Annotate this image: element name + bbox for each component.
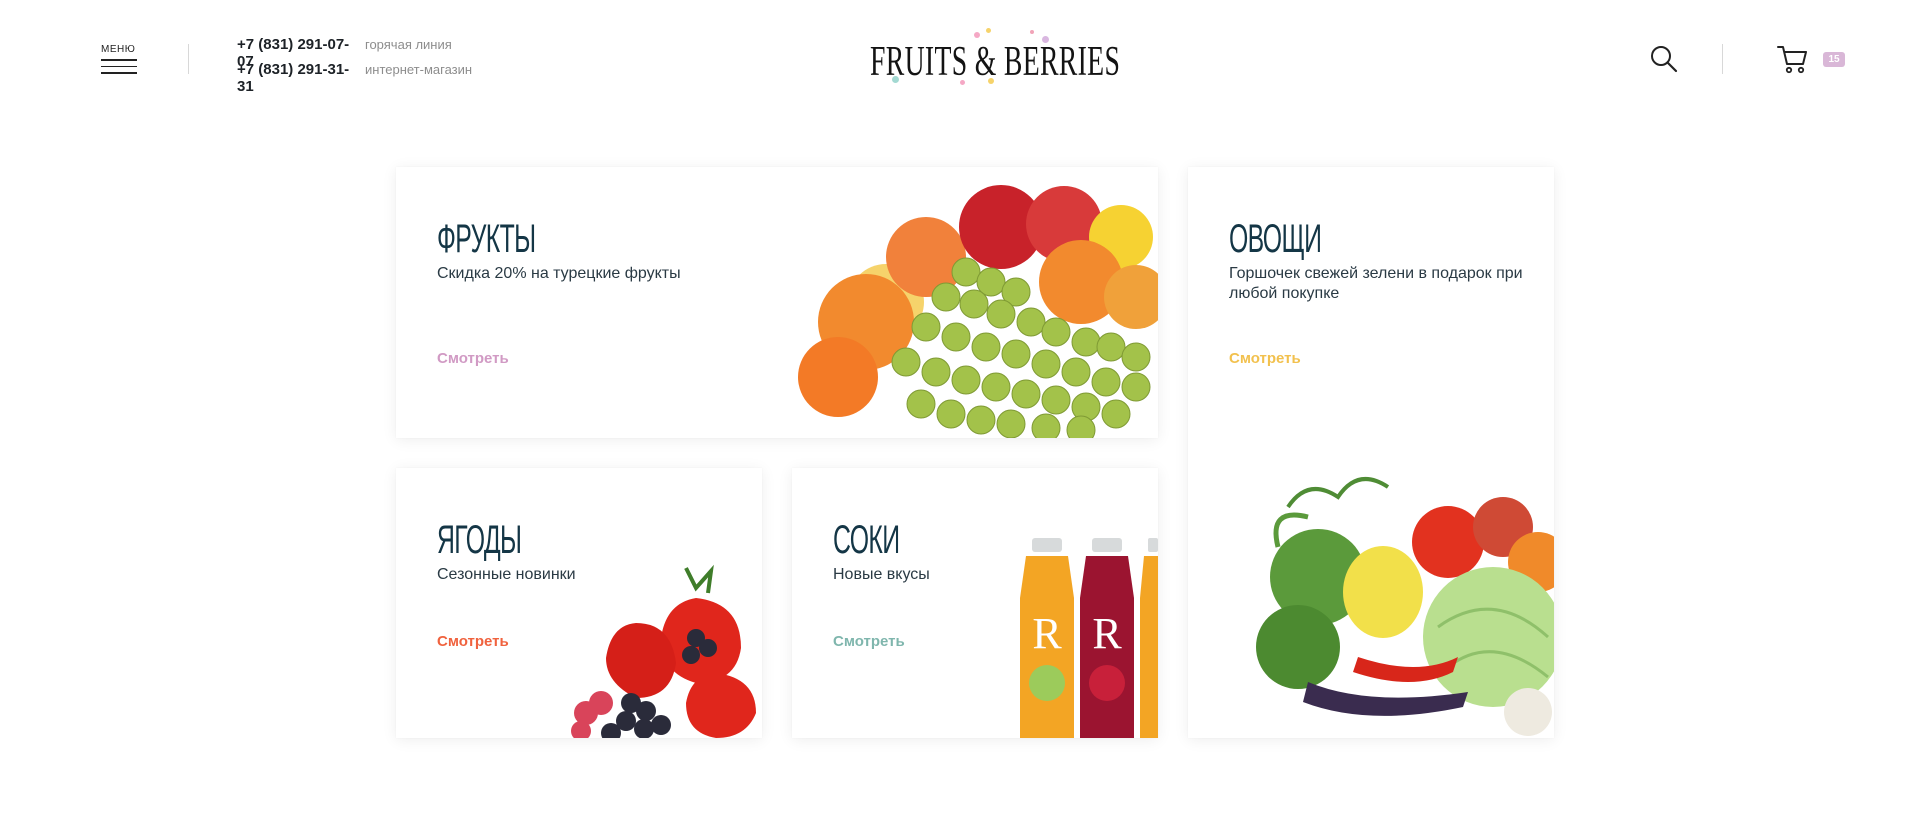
menu-label: МЕНЮ [101,44,136,55]
menu-button[interactable]: МЕНЮ [101,44,137,76]
vegetables-image [1256,477,1554,736]
phone-number[interactable]: +7 (831) 291-31-31 [237,61,365,95]
card-title: ЯГОДЫ [437,518,522,562]
view-link[interactable]: Смотреть [833,633,905,650]
svg-text:R: R [1092,609,1122,658]
view-link[interactable]: Смотреть [1229,350,1301,367]
card-subtitle: Горшочек свежей зелени в подарок при люб… [1229,265,1523,302]
header-divider [1722,44,1723,74]
juices-image: R R [1020,538,1158,738]
category-card-vegetables[interactable]: ОВОЩИ Горшочек свежей зелени в подарок п… [1188,167,1554,738]
fruits-image [798,185,1158,438]
header-divider [188,44,189,74]
cart-count-badge: 15 [1823,52,1845,67]
view-link[interactable]: Смотреть [437,350,509,367]
category-card-fruits[interactable]: ФРУКТЫ Скидка 20% на турецкие фрукты Смо… [396,167,1158,438]
card-title: ОВОЩИ [1229,217,1322,261]
hamburger-icon [101,59,137,79]
site-logo[interactable]: FRUITS & BERRIES [870,28,1120,92]
cart-button[interactable] [1776,42,1810,76]
svg-text:R: R [1032,609,1062,658]
phone-row: +7 (831) 291-07-07 горячая линия [237,36,472,70]
logo-dot [986,28,991,33]
search-icon [1651,46,1678,73]
category-card-berries[interactable]: ЯГОДЫ Сезонные новинки Смотреть [396,468,762,738]
logo-dot [1030,30,1034,34]
site-header: МЕНЮ +7 (831) 291-07-07 горячая линия +7… [0,0,1920,120]
category-card-juices[interactable]: СОКИ Новые вкусы Смотреть R R [792,468,1158,738]
logo-text: FRUITS & BERRIES [870,39,1121,85]
view-link[interactable]: Смотреть [437,633,509,650]
berries-image [571,564,756,738]
card-subtitle: Скидка 20% на турецкие фрукты [437,265,681,282]
phone-row: +7 (831) 291-31-31 интернет-магазин [237,61,473,95]
phone-note: интернет-магазин [365,62,473,77]
phone-note: горячая линия [365,37,452,52]
phone-list: +7 (831) 291-07-07 горячая линия +7 (831… [237,36,473,95]
card-title: ФРУКТЫ [437,217,536,261]
cart-icon [1777,46,1807,74]
search-button[interactable] [1649,44,1679,74]
card-title: СОКИ [833,518,900,562]
